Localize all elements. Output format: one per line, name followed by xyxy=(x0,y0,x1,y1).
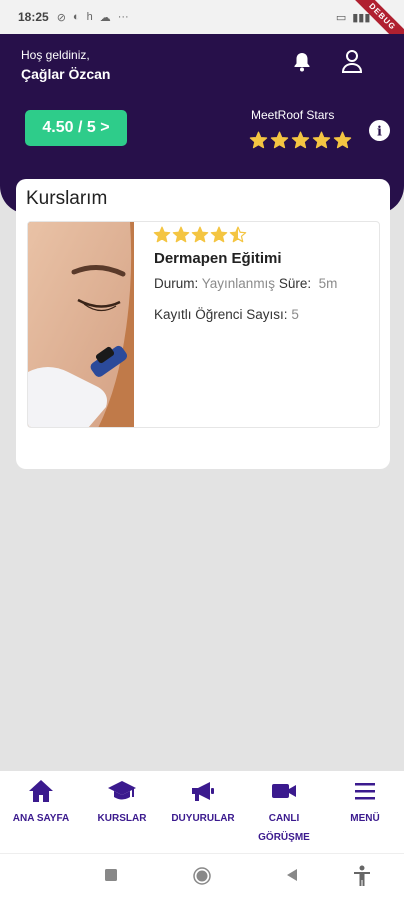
home-button-icon[interactable] xyxy=(193,867,211,885)
greeting-text: Hoş geldiniz, xyxy=(21,48,90,62)
duration-value: 5m xyxy=(318,276,338,291)
course-star-rating xyxy=(153,226,247,244)
back-icon[interactable] xyxy=(285,868,299,882)
course-thumbnail xyxy=(28,222,134,427)
star-icon xyxy=(210,226,228,243)
course-status-line: Durum: Yayınlanmış Süre: 5m xyxy=(154,276,337,291)
nav-label-live-meeting: CANLI GÖRÜŞME xyxy=(258,813,310,843)
star-icon xyxy=(249,131,268,149)
nav-label-courses: KURSLAR xyxy=(97,813,147,824)
star-icon xyxy=(229,226,247,243)
star-icon xyxy=(333,131,352,149)
star-icon xyxy=(312,131,331,149)
star-icon xyxy=(291,131,310,149)
students-label: Kayıtlı Öğrenci Sayısı: xyxy=(154,307,288,322)
star-icon xyxy=(172,226,190,243)
h-icon: h xyxy=(86,11,93,23)
info-icon[interactable]: i xyxy=(369,120,390,141)
user-profile-icon[interactable] xyxy=(340,48,364,74)
nav-item-home[interactable]: ANA SAYFA xyxy=(1,771,81,828)
status-value: Yayınlanmış xyxy=(201,276,276,291)
accessibility-icon[interactable] xyxy=(352,865,372,887)
nav-item-courses[interactable]: KURSLAR xyxy=(82,771,162,828)
recents-icon[interactable] xyxy=(104,868,118,882)
home-icon xyxy=(29,780,53,802)
bottom-nav: ANA SAYFA KURSLAR DUYURULAR CANLI GÖRÜŞM… xyxy=(0,771,404,853)
nav-item-announcements[interactable]: DUYURULAR xyxy=(163,771,243,828)
more-dots-icon: ··· xyxy=(117,11,129,23)
bell-icon[interactable] xyxy=(290,50,314,74)
students-value: 5 xyxy=(291,307,299,322)
nav-item-live-meeting[interactable]: CANLI GÖRÜŞME xyxy=(244,771,324,847)
star-icon xyxy=(191,226,209,243)
nav-item-menu[interactable]: MENÜ xyxy=(325,771,404,828)
megaphone-icon xyxy=(192,782,214,801)
status-time: 18:25 xyxy=(18,10,49,24)
course-card[interactable]: Dermapen Eğitimi Durum: Yayınlanmış Süre… xyxy=(27,221,380,428)
courses-card: Kurslarım Dermapen Eğitimi Durum: Yayınl… xyxy=(16,179,390,469)
nav-label-home: ANA SAYFA xyxy=(12,813,70,824)
courses-title: Kurslarım xyxy=(26,188,108,209)
nav-label-menu: MENÜ xyxy=(350,813,380,824)
cloud-icon: ☁ xyxy=(99,11,111,24)
course-students-line: Kayıtlı Öğrenci Sayısı: 5 xyxy=(154,307,299,322)
status-label: Durum: xyxy=(154,276,199,291)
duration-label: Süre: xyxy=(278,276,312,291)
system-nav-bar xyxy=(0,853,404,900)
course-name: Dermapen Eğitimi xyxy=(154,250,282,267)
user-name: Çağlar Özcan xyxy=(21,66,111,82)
graduation-cap-icon xyxy=(108,781,136,800)
svg-text:i: i xyxy=(377,125,382,140)
star-icon xyxy=(153,226,171,243)
status-left-icons: ⊘ ◐ h ☁ ··· xyxy=(57,11,129,24)
whatsapp-icon: ◐ xyxy=(72,11,80,23)
status-bar: 18:25 ⊘ ◐ h ☁ ··· ▭ ▮▮▮ ◠ DEBUG xyxy=(0,0,404,58)
video-camera-icon xyxy=(272,784,296,798)
mute-icon: ⊘ xyxy=(56,11,66,24)
nav-label-announcements: DUYURULAR xyxy=(171,813,235,824)
battery-saver-icon: ▭ xyxy=(335,11,347,24)
stars-title: MeetRoof Stars xyxy=(251,108,335,122)
rating-button[interactable]: 4.50 / 5 > xyxy=(25,110,127,146)
menu-icon xyxy=(355,783,375,800)
star-icon xyxy=(270,131,289,149)
header-star-rating xyxy=(249,131,352,150)
